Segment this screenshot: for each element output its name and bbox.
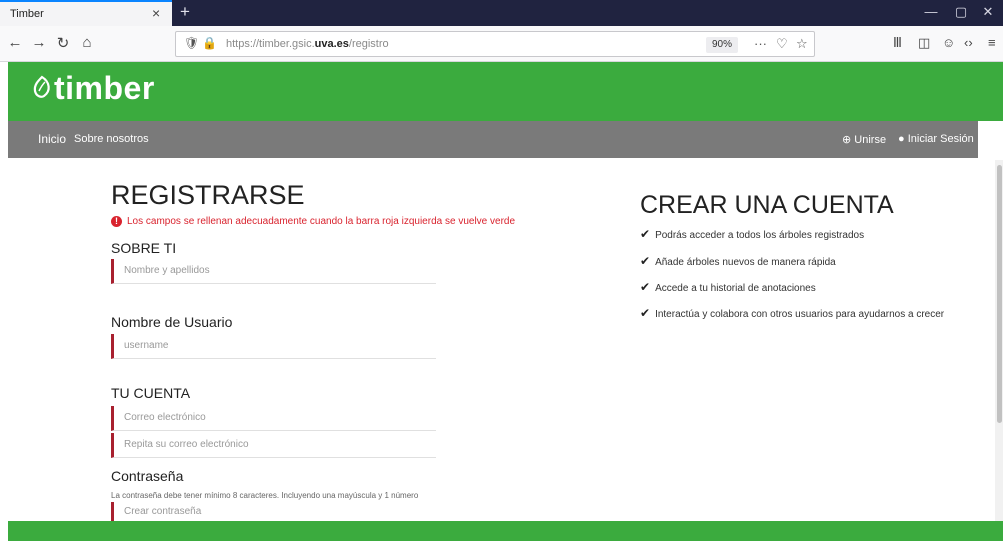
section-username: Nombre de Usuario [111,314,233,330]
forward-icon[interactable]: → [30,34,48,51]
url-text[interactable]: https://timber.gsic.uva.es/registro [226,38,389,50]
browser-navbar: ← → ↻ ⌂ 🛡 🔒 https://timber.gsic.uva.es/r… [0,26,1003,62]
home-icon[interactable]: ⌂ [78,34,96,51]
close-window-icon[interactable]: ✕ [973,4,1003,20]
feature-text: Interactúa y colabora con otros usuarios… [655,309,945,320]
footer-bar [8,521,1003,541]
check-icon: ✔ [640,227,651,241]
reload-icon[interactable]: ↻ [54,34,72,52]
user-icon: ● [898,133,905,145]
account-icon[interactable]: ☺ [942,35,955,50]
bookmark-star-icon[interactable]: ☆ [796,36,808,52]
pocket-icon[interactable]: ♡ [776,36,788,52]
check-icon: ✔ [640,254,651,268]
tab-close-icon[interactable]: × [152,5,160,21]
feature-item: ✔ Interactúa y colabora con otros usuario… [640,306,944,320]
browser-tab[interactable]: Timber × [0,0,172,26]
name-placeholder: Nombre y apellidos [124,265,210,276]
section-about: SOBRE TI [111,240,177,256]
email-placeholder: Correo electrónico [124,412,206,423]
feature-text: Podrás acceder a todos los árboles regis… [655,230,865,241]
back-icon[interactable]: ← [6,34,24,51]
alert-text: Los campos se rellenan adecuadamente cua… [127,216,516,227]
email-repeat-field[interactable]: Repita su correo electrónico [111,433,436,458]
minimize-icon[interactable]: — [916,4,946,19]
section-account: TU CUENTA [111,385,191,401]
maximize-icon[interactable]: ▢ [946,4,976,20]
name-field[interactable]: Nombre y apellidos [111,259,436,284]
site-logo[interactable]: timber [54,70,155,107]
browser-titlebar: Timber × + — ▢ ✕ [0,0,1003,26]
form-title: REGISTRARSE [111,180,305,210]
feature-item: ✔ Podrás acceder a todos los árboles regi… [640,227,864,241]
section-password: Contraseña [111,468,184,484]
zoom-level[interactable]: 90% [706,37,738,53]
form-alert: ! Los campos se rellenan adecuadamente cu… [111,216,515,227]
shield-icon[interactable]: 🛡 [184,36,199,50]
check-icon: ✔ [640,280,651,294]
site-nav: Inicio Sobre nosotros ⊕ Unirse ● Iniciar… [8,121,978,158]
new-tab-icon[interactable]: + [180,2,190,22]
library-icon[interactable]: Ⅲ [893,35,902,51]
alert-icon: ! [111,216,122,227]
site-header: timber [8,62,1003,121]
menu-icon[interactable]: ≡ [988,35,996,50]
more-actions-icon[interactable]: ··· [754,36,767,51]
login-link[interactable]: ● Iniciar Sesión [898,133,974,145]
feature-text: Accede a tu historial de anotaciones [655,283,816,294]
scrollbar-thumb[interactable] [997,165,1002,423]
password-hint: La contraseña debe tener mínimo 8 caract… [111,491,419,500]
tab-title: Timber [10,8,44,20]
email-repeat-placeholder: Repita su correo electrónico [124,439,249,450]
password-field[interactable]: Crear contraseña [111,502,436,522]
join-label: Unirse [854,134,887,146]
email-field[interactable]: Correo electrónico [111,406,436,431]
feature-item: ✔ Añade árboles nuevos de manera rápida [640,254,836,268]
lock-icon[interactable]: 🔒 [202,36,217,50]
devtools-icon[interactable]: ‹› [964,35,973,50]
check-icon: ✔ [640,306,651,320]
nav-home-link[interactable]: Inicio [38,132,66,146]
nav-about-link[interactable]: Sobre nosotros [74,133,149,145]
sidebar-icon[interactable]: ◫ [918,35,930,51]
feature-text: Añade árboles nuevos de manera rápida [655,257,836,268]
password-placeholder: Crear contraseña [124,506,202,517]
leaf-logo-icon [33,75,50,98]
join-link[interactable]: ⊕ Unirse [842,133,886,146]
login-label: Iniciar Sesión [907,133,974,145]
user-circle-icon: ⊕ [842,134,852,146]
username-field[interactable]: username [111,334,436,359]
url-bar[interactable]: 🛡 🔒 https://timber.gsic.uva.es/registro … [175,31,815,57]
username-placeholder: username [124,340,169,351]
feature-item: ✔ Accede a tu historial de anotaciones [640,280,816,294]
panel-title: CREAR UNA CUENTA [640,191,894,219]
